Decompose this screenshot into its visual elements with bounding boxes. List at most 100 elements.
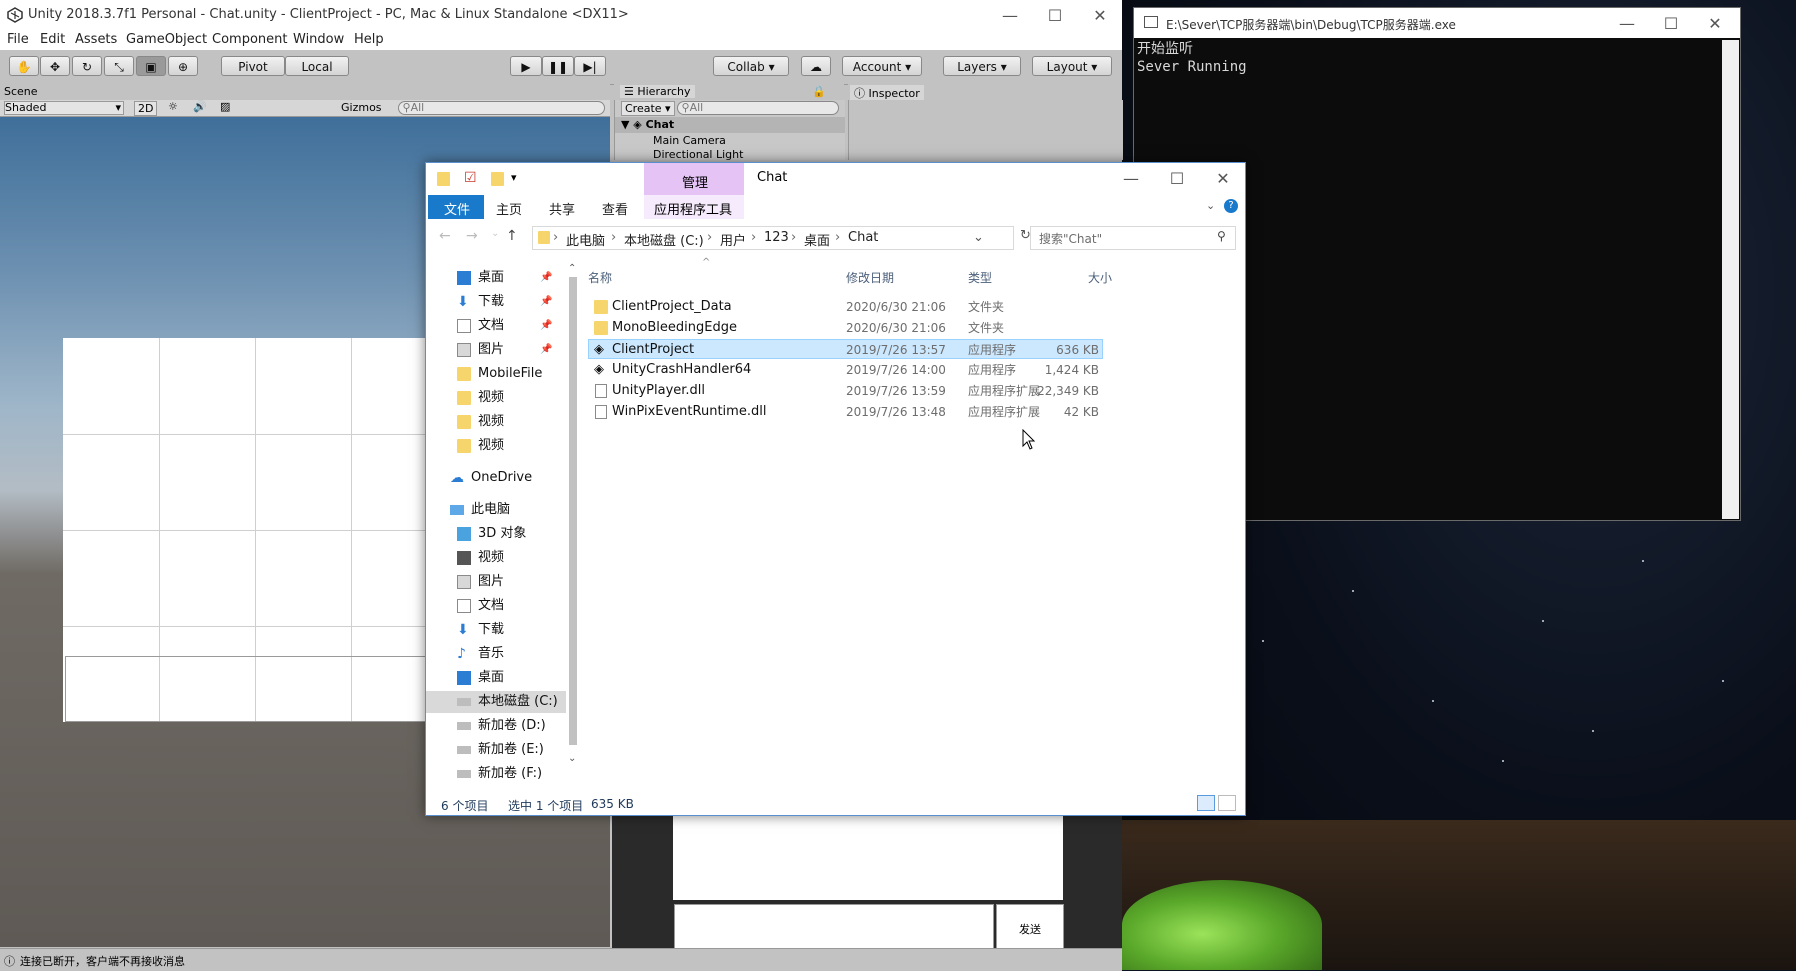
large-icons-view-icon[interactable]	[1218, 795, 1236, 811]
rotate-tool-icon[interactable]: ↻	[72, 56, 102, 76]
breadcrumb-chat[interactable]: Chat	[848, 230, 878, 245]
file-row[interactable]: ClientProject_Data 2020/6/30 21:06 文件夹	[588, 297, 1103, 317]
tab-hierarchy[interactable]: ☰ Hierarchy	[620, 85, 695, 98]
nav-item-downloads[interactable]: ⬇ 下载	[426, 619, 574, 641]
breadcrumb-123[interactable]: 123	[764, 230, 789, 245]
recent-dropdown-icon[interactable]: ⌄	[491, 228, 499, 239]
menu-assets[interactable]: Assets	[75, 32, 117, 47]
nav-item-3d-objects[interactable]: 3D 对象	[426, 523, 574, 545]
up-arrow-icon[interactable]: ↑	[506, 228, 518, 244]
audio-icon[interactable]: 🔊	[193, 100, 207, 113]
scale-tool-icon[interactable]: ⤡	[104, 56, 134, 76]
hierarchy-search-input[interactable]: ⚲All	[677, 101, 839, 115]
nav-item-onedrive[interactable]: ☁ OneDrive	[426, 467, 574, 489]
chevron-down-icon[interactable]: ⌄	[1206, 199, 1215, 212]
nav-item-documents[interactable]: 文档	[426, 595, 574, 617]
gizmos-dropdown[interactable]: Gizmos	[341, 101, 382, 114]
2d-toggle[interactable]: 2D	[134, 101, 158, 116]
layers-dropdown[interactable]: Layers ▾	[943, 56, 1021, 76]
nav-item-mobilefile[interactable]: MobileFile	[426, 363, 574, 385]
menu-file[interactable]: File	[7, 32, 29, 47]
maximize-icon[interactable]: ☐	[1040, 4, 1070, 28]
collab-dropdown[interactable]: Collab ▾	[713, 56, 789, 76]
close-icon[interactable]: ✕	[1208, 167, 1238, 191]
details-view-icon[interactable]	[1197, 795, 1215, 811]
scene-search-input[interactable]: ⚲All	[398, 101, 605, 115]
column-header-size[interactable]: 大小	[1088, 269, 1112, 286]
address-dropdown-icon[interactable]: ⌄	[973, 230, 984, 245]
tab-home[interactable]: 主页	[496, 199, 522, 218]
properties-icon[interactable]: ☑	[464, 170, 477, 186]
step-button[interactable]: ▶|	[574, 56, 606, 76]
nav-item-videos[interactable]: 视频	[426, 547, 574, 569]
cloud-icon[interactable]: ☁	[801, 56, 831, 76]
scroll-thumb[interactable]	[569, 277, 577, 745]
maximize-icon[interactable]: ☐	[1656, 12, 1686, 36]
nav-item-videos[interactable]: 视频	[426, 435, 574, 457]
tab-inspector[interactable]: ⓘ Inspector	[850, 85, 924, 101]
lock-icon[interactable]: 🔒	[812, 85, 826, 98]
hand-tool-icon[interactable]: ✋	[9, 56, 39, 76]
local-toggle[interactable]: Local	[285, 56, 349, 76]
effects-icon[interactable]: ▨	[220, 100, 230, 113]
minimize-icon[interactable]: —	[995, 4, 1025, 28]
nav-item-desktop[interactable]: 桌面 📌	[426, 267, 574, 289]
tab-share[interactable]: 共享	[549, 199, 575, 218]
breadcrumb-users[interactable]: 用户	[720, 230, 746, 249]
move-tool-icon[interactable]: ✥	[40, 56, 70, 76]
file-row[interactable]: MonoBleedingEdge 2020/6/30 21:06 文件夹	[588, 318, 1103, 338]
forward-arrow-icon[interactable]: →	[466, 228, 478, 244]
scroll-down-icon[interactable]: ⌄	[568, 753, 576, 764]
quick-access-dropdown-icon[interactable]: ▾	[511, 171, 517, 184]
account-dropdown[interactable]: Account ▾	[842, 56, 922, 76]
file-row[interactable]: UnityPlayer.dll 2019/7/26 13:59 应用程序扩展 2…	[588, 381, 1103, 401]
play-button[interactable]: ▶	[510, 56, 542, 76]
breadcrumb-c-drive[interactable]: 本地磁盘 (C:)	[624, 230, 704, 249]
transform-tool-icon[interactable]: ⊕	[168, 56, 198, 76]
breadcrumb-this-pc[interactable]: 此电脑	[566, 230, 605, 249]
nav-item-music[interactable]: ♪ 音乐	[426, 643, 574, 665]
lighting-icon[interactable]: ☼	[168, 100, 178, 113]
layout-dropdown[interactable]: Layout ▾	[1032, 56, 1112, 76]
new-folder-icon[interactable]	[491, 172, 504, 186]
hierarchy-item-main-camera[interactable]: Main Camera	[653, 134, 726, 147]
close-icon[interactable]: ✕	[1700, 12, 1730, 36]
search-input[interactable]: 搜索"Chat" ⚲	[1030, 226, 1236, 250]
nav-item-e-drive[interactable]: 新加卷 (E:)	[426, 739, 574, 761]
nav-item-this-pc[interactable]: 此电脑	[426, 499, 574, 521]
menu-window[interactable]: Window	[293, 32, 344, 47]
menu-help[interactable]: Help	[354, 32, 384, 47]
console-scrollbar[interactable]	[1722, 40, 1739, 519]
hierarchy-item-directional-light[interactable]: Directional Light	[653, 148, 743, 161]
pause-button[interactable]: ❚❚	[542, 56, 574, 76]
nav-item-videos[interactable]: 视频	[426, 387, 574, 409]
nav-scrollbar[interactable]: ⌃ ⌄	[566, 263, 580, 769]
shading-mode-dropdown[interactable]: Shaded ▾	[4, 101, 124, 115]
create-dropdown[interactable]: Create ▾	[621, 101, 675, 116]
menu-gameobject[interactable]: GameObject	[126, 32, 207, 47]
column-header-name[interactable]: 名称	[588, 269, 612, 286]
file-row[interactable]: WinPixEventRuntime.dll 2019/7/26 13:48 应…	[588, 402, 1103, 422]
pivot-toggle[interactable]: Pivot	[221, 56, 285, 76]
scroll-up-icon[interactable]: ⌃	[568, 263, 576, 274]
nav-item-desktop[interactable]: 桌面	[426, 667, 574, 689]
back-arrow-icon[interactable]: ←	[439, 228, 451, 244]
nav-item-pictures[interactable]: 图片 📌	[426, 339, 574, 361]
tab-file[interactable]: 文件	[428, 195, 484, 219]
nav-item-d-drive[interactable]: 新加卷 (D:)	[426, 715, 574, 737]
close-icon[interactable]: ✕	[1085, 4, 1115, 28]
tab-view[interactable]: 查看	[602, 199, 628, 218]
minimize-icon[interactable]: —	[1612, 12, 1642, 36]
nav-item-videos[interactable]: 视频	[426, 411, 574, 433]
column-header-date[interactable]: 修改日期	[846, 269, 894, 286]
hierarchy-scene-row[interactable]: ▼ ◈ Chat	[615, 117, 845, 133]
maximize-icon[interactable]: ☐	[1162, 167, 1192, 191]
nav-item-documents[interactable]: 文档 📌	[426, 315, 574, 337]
manage-tab[interactable]: 管理	[644, 163, 744, 195]
menu-component[interactable]: Component	[212, 32, 287, 47]
breadcrumb-desktop[interactable]: 桌面	[804, 230, 830, 249]
help-icon[interactable]: ?	[1224, 199, 1238, 213]
address-bar[interactable]: › 此电脑 › 本地磁盘 (C:) › 用户 › 123 › 桌面 › Chat…	[532, 226, 1014, 250]
file-row[interactable]: ◈ UnityCrashHandler64 2019/7/26 14:00 应用…	[588, 360, 1103, 380]
tab-app-tools[interactable]: 应用程序工具	[644, 195, 744, 219]
